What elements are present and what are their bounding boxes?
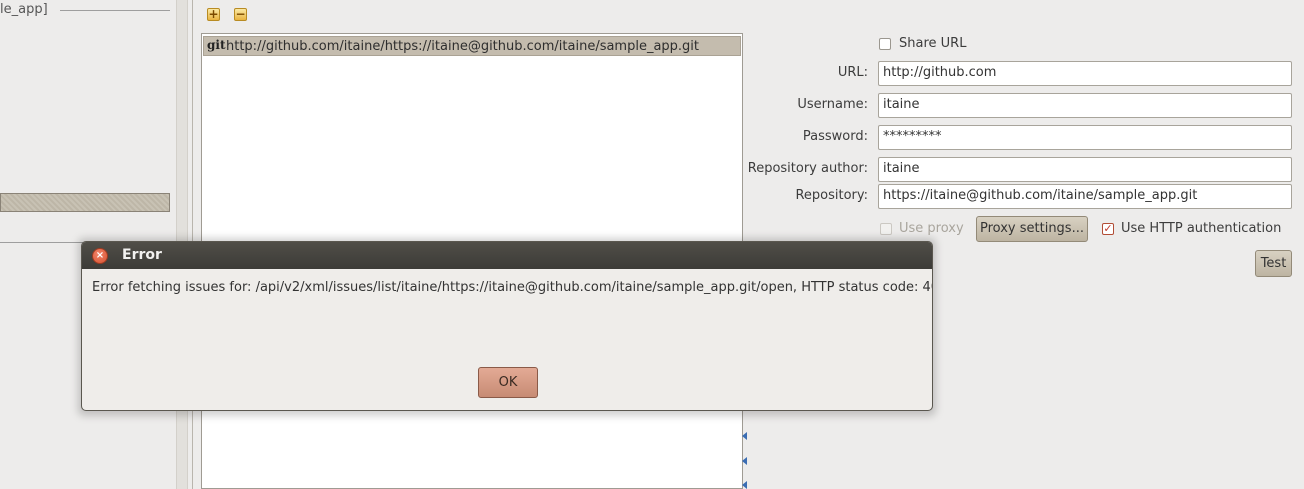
repository-field[interactable]: https://itaine@github.com/itaine/sample_… <box>878 184 1292 209</box>
list-item[interactable]: git http://github.com/itaine/https://ita… <box>203 36 741 56</box>
repository-author-field[interactable]: itaine <box>878 157 1292 182</box>
git-icon: git <box>207 38 226 52</box>
repository-author-label: Repository author: <box>747 161 868 176</box>
arrow-left-icon <box>742 481 747 489</box>
add-repository-button[interactable]: + <box>207 8 220 21</box>
share-url-label: Share URL <box>899 36 967 51</box>
use-proxy-label: Use proxy <box>899 221 964 236</box>
close-icon[interactable]: × <box>92 248 108 264</box>
arrow-left-icon <box>742 432 747 440</box>
repository-label: Repository: <box>795 188 868 203</box>
use-http-auth-checkbox[interactable]: ✓ <box>1102 223 1114 235</box>
test-button[interactable]: Test <box>1255 250 1292 277</box>
remove-repository-button[interactable]: − <box>234 8 247 21</box>
scroll-markers <box>742 430 750 489</box>
error-message: Error fetching issues for: /api/v2/xml/i… <box>92 280 933 295</box>
dialog-title: Error <box>122 247 162 263</box>
use-proxy-checkbox[interactable] <box>880 223 892 235</box>
url-field[interactable]: http://github.com <box>878 61 1292 86</box>
checkmark-icon: ✓ <box>1103 222 1113 235</box>
url-label: URL: <box>837 65 868 80</box>
proxy-settings-button[interactable]: Proxy settings... <box>976 216 1088 242</box>
plus-icon: + <box>208 7 219 21</box>
username-label: Username: <box>797 97 868 112</box>
left-selected-item[interactable] <box>0 193 170 212</box>
arrow-left-icon <box>742 457 747 465</box>
repository-url-text: http://github.com/itaine/https://itaine@… <box>226 39 700 54</box>
left-pane-title: le_app] <box>0 2 48 17</box>
use-http-auth-label: Use HTTP authentication <box>1121 221 1282 236</box>
divider <box>60 10 170 11</box>
username-field[interactable]: itaine <box>878 93 1292 118</box>
password-field[interactable]: ********* <box>878 125 1292 150</box>
password-label: Password: <box>802 129 868 144</box>
error-dialog: × Error Error fetching issues for: /api/… <box>81 241 933 411</box>
dialog-titlebar[interactable]: × Error <box>82 242 932 269</box>
share-url-checkbox[interactable] <box>879 38 891 50</box>
ok-button[interactable]: OK <box>478 367 538 398</box>
minus-icon: − <box>235 7 246 21</box>
